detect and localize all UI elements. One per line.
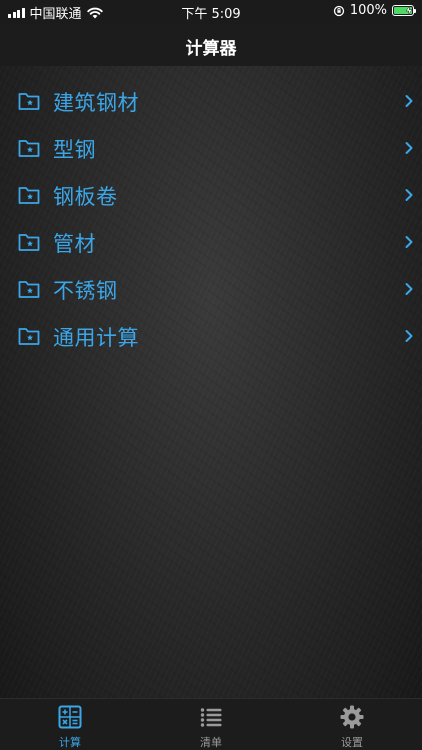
list-item-section-steel[interactable]: 型钢 [0, 125, 422, 172]
list-item-label: 管材 [53, 232, 96, 256]
folder-star-icon [18, 93, 40, 110]
battery-percent: 100% [349, 3, 387, 18]
folder-star-icon [18, 281, 40, 298]
page-title: 计算器 [185, 39, 237, 59]
list-icon [200, 708, 222, 727]
list-item-stainless-steel[interactable]: 不锈钢 [0, 266, 422, 313]
list-item-construction-steel[interactable]: 建筑钢材 [0, 78, 422, 125]
list-item-pipe[interactable]: 管材 [0, 219, 422, 266]
status-right: 100% [333, 3, 416, 18]
tab-settings[interactable]: 设置 [282, 699, 422, 750]
chevron-right-icon [405, 330, 413, 342]
tab-calculate[interactable]: 计算 [0, 699, 140, 750]
chevron-right-icon [405, 142, 413, 154]
list-item-label: 型钢 [53, 138, 96, 162]
app-screen: 中国联通 下午 5:09 100% 计算器 建筑钢材 型钢 钢板卷 管材 不锈钢… [0, 0, 422, 750]
charging-bolt-icon [405, 6, 413, 15]
chevron-right-icon [405, 236, 413, 248]
tab-label: 计算 [59, 736, 81, 749]
folder-star-icon [18, 328, 40, 345]
list-item-label: 建筑钢材 [53, 91, 139, 115]
chevron-right-icon [405, 189, 413, 201]
list-item-label: 不锈钢 [53, 279, 118, 303]
list-item-label: 钢板卷 [53, 185, 118, 209]
folder-star-icon [18, 234, 40, 251]
list-item-label: 通用计算 [53, 326, 139, 350]
orientation-lock-icon [333, 5, 344, 16]
battery-icon [392, 5, 416, 16]
folder-star-icon [18, 140, 40, 157]
status-bar: 中国联通 下午 5:09 100% [0, 0, 422, 24]
calculator-icon [58, 705, 82, 729]
tab-bar: 计算 清单 设置 [0, 698, 422, 750]
gear-icon [340, 705, 364, 729]
chevron-right-icon [405, 283, 413, 295]
chevron-right-icon [405, 95, 413, 107]
list-item-steel-coil[interactable]: 钢板卷 [0, 172, 422, 219]
tab-list[interactable]: 清单 [141, 699, 281, 750]
list-item-general-calc[interactable]: 通用计算 [0, 313, 422, 360]
category-list: 建筑钢材 型钢 钢板卷 管材 不锈钢 通用计算 [0, 78, 422, 360]
tab-label: 设置 [341, 736, 363, 749]
navigation-bar: 计算器 [0, 24, 422, 66]
folder-star-icon [18, 187, 40, 204]
tab-label: 清单 [200, 736, 222, 749]
